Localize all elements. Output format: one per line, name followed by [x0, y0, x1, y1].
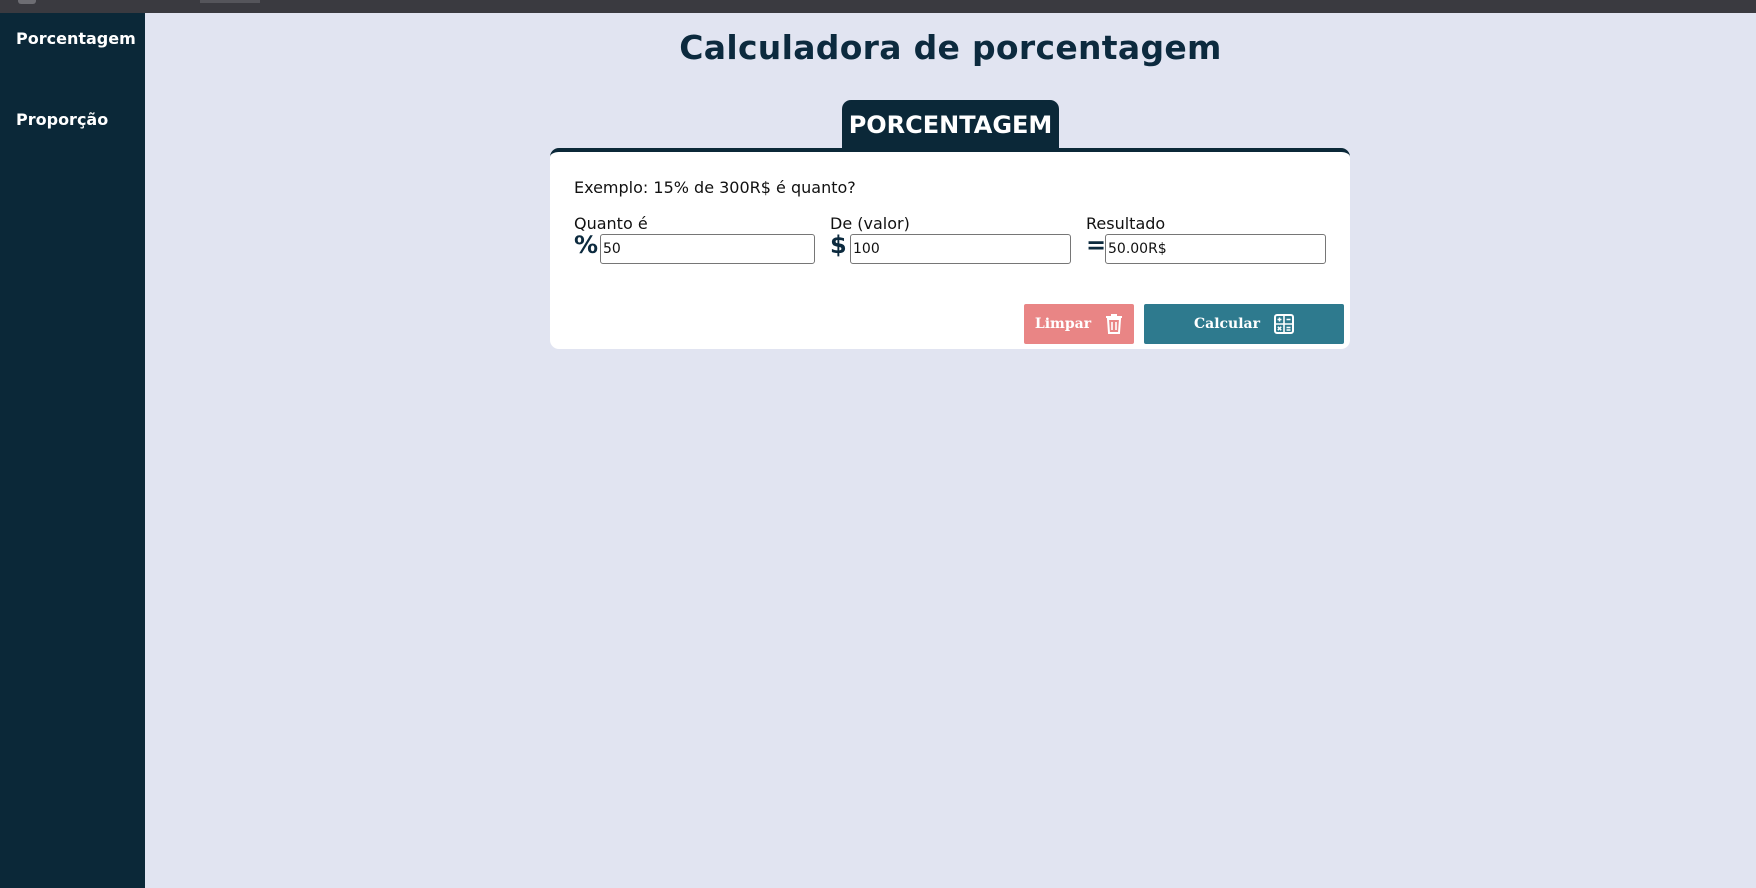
clear-button-label: Limpar — [1034, 316, 1092, 332]
calculate-button[interactable]: Calcular — [1144, 304, 1344, 344]
browser-bar-fragment — [200, 0, 260, 3]
browser-bar-fragment — [18, 0, 36, 4]
browser-top-bar — [0, 0, 1756, 13]
tab-porcentagem: PORCENTAGEM — [842, 100, 1059, 150]
value-input[interactable] — [850, 234, 1071, 264]
percent-symbol: % — [574, 231, 599, 259]
example-text: Exemplo: 15% de 300R$ é quanto? — [574, 178, 856, 197]
page-title: Calculadora de porcentagem — [679, 28, 1222, 67]
dollar-symbol: $ — [830, 231, 847, 259]
result-input[interactable] — [1105, 234, 1326, 264]
calculator-card: Exemplo: 15% de 300R$ é quanto? Quanto é… — [550, 148, 1350, 349]
clear-button[interactable]: Limpar — [1024, 304, 1134, 344]
calculate-button-label: Calcular — [1193, 316, 1260, 332]
sidebar-item-porcentagem[interactable]: Porcentagem — [16, 29, 136, 48]
sidebar-item-proporcao[interactable]: Proporção — [16, 110, 108, 129]
sidebar: Porcentagem Proporção — [0, 13, 145, 888]
equals-symbol: = — [1086, 231, 1107, 259]
percent-input[interactable] — [600, 234, 815, 264]
calculator-icon — [1274, 314, 1294, 334]
trash-icon — [1105, 314, 1123, 334]
